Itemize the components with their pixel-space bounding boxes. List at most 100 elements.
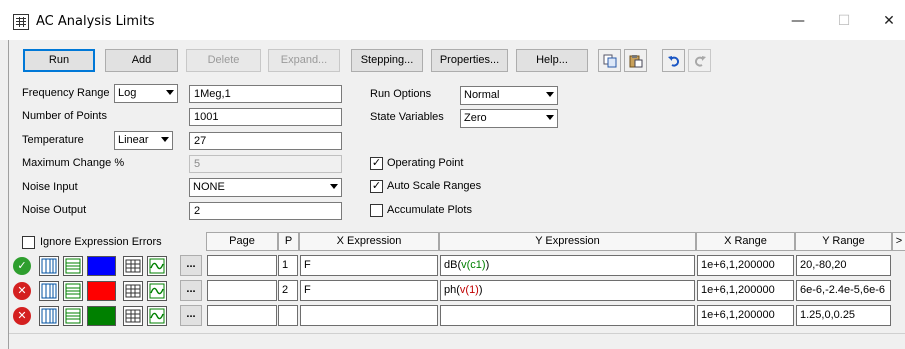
grid-table-icon[interactable] [123, 306, 143, 326]
noise-output-label: Noise Output [22, 204, 87, 216]
temperature-input[interactable]: 27 [189, 132, 342, 150]
operating-point-label: Operating Point [387, 157, 464, 169]
maximum-change-input[interactable]: 5 [189, 155, 342, 173]
chevron-down-icon [546, 92, 554, 97]
curve-color-swatch[interactable] [87, 281, 116, 301]
accumulate-plots-checkbox[interactable] [370, 204, 383, 217]
column-header-p[interactable]: P [278, 232, 299, 251]
ignore-errors-checkbox[interactable] [22, 236, 35, 249]
waveform-icon[interactable] [147, 306, 167, 326]
title-bar[interactable]: AC Analysis Limits — ☐ ✕ [0, 0, 905, 40]
row-options-button[interactable]: ... [180, 305, 202, 326]
frequency-range-label: Frequency Range [22, 87, 110, 99]
plot-columns-icon[interactable] [39, 256, 59, 276]
bottom-divider [9, 333, 905, 334]
y-variable: v(c1) [461, 259, 486, 271]
frequency-scale-select[interactable]: Log [114, 84, 178, 103]
y-range-cell[interactable]: 6e-6,-2.4e-5,6e-6 [796, 280, 891, 301]
waveform-icon[interactable] [147, 281, 167, 301]
page-cell[interactable] [207, 255, 277, 276]
state-variables-value: Zero [464, 112, 487, 124]
row-options-button[interactable]: ... [180, 280, 202, 301]
redo-icon[interactable] [688, 49, 711, 72]
x-expression-cell[interactable]: F [300, 255, 438, 276]
curve-color-swatch[interactable] [87, 256, 116, 276]
ignore-errors-label: Ignore Expression Errors [40, 236, 162, 248]
column-header-y-expression[interactable]: Y Expression [439, 232, 696, 251]
line-style-icon[interactable] [63, 281, 83, 301]
p-cell[interactable]: 2 [278, 280, 298, 301]
number-of-points-input[interactable]: 1001 [189, 108, 342, 126]
grid-table-icon[interactable] [123, 256, 143, 276]
page-cell[interactable] [207, 280, 277, 301]
run-options-select[interactable]: Normal [460, 86, 558, 105]
noise-input-value: NONE [193, 181, 225, 193]
help-button[interactable]: Help... [516, 49, 588, 72]
y-function: dB( [444, 259, 462, 271]
copy-icon[interactable] [598, 49, 621, 72]
row-options-button[interactable]: ... [180, 255, 202, 276]
run-button[interactable]: Run [23, 49, 95, 72]
add-button[interactable]: Add [105, 49, 178, 72]
column-header-more[interactable]: > [892, 232, 905, 251]
close-button[interactable]: ✕ [866, 8, 905, 36]
operating-point-checkbox[interactable]: ✓ [370, 157, 383, 170]
y-close: ) [478, 284, 483, 296]
delete-button[interactable]: Delete [186, 49, 261, 72]
y-expression-cell[interactable]: ph(v(1)) [440, 280, 695, 301]
y-variable: v(1) [459, 284, 479, 296]
maximum-change-label: Maximum Change % [22, 157, 125, 169]
grid-table-icon[interactable] [123, 281, 143, 301]
x-expression-cell[interactable]: F [300, 280, 438, 301]
line-style-icon[interactable] [63, 306, 83, 326]
stepping-button[interactable]: Stepping... [351, 49, 423, 72]
properties-button[interactable]: Properties... [431, 49, 508, 72]
frequency-range-input[interactable]: 1Meg,1 [189, 85, 342, 103]
auto-scale-ranges-label: Auto Scale Ranges [387, 180, 482, 192]
y-close: ) [485, 259, 490, 271]
temperature-mode-value: Linear [118, 134, 149, 146]
state-variables-select[interactable]: Zero [460, 109, 558, 128]
noise-input-label: Noise Input [22, 181, 78, 193]
disabled-status-icon[interactable]: ✕ [13, 282, 31, 300]
paste-icon[interactable] [624, 49, 647, 72]
chevron-down-icon [161, 137, 169, 142]
frequency-scale-value: Log [118, 87, 137, 99]
undo-icon[interactable] [662, 49, 685, 72]
y-expression-cell[interactable]: dB(v(c1)) [440, 255, 695, 276]
number-of-points-label: Number of Points [22, 110, 107, 122]
window-title: AC Analysis Limits [36, 14, 155, 29]
x-expression-cell[interactable] [300, 305, 438, 326]
column-header-x-range[interactable]: X Range [696, 232, 795, 251]
x-range-cell[interactable]: 1e+6,1,200000 [697, 255, 794, 276]
page-cell[interactable] [207, 305, 277, 326]
minimize-button[interactable]: — [775, 8, 821, 36]
plot-columns-icon[interactable] [39, 306, 59, 326]
curve-color-swatch[interactable] [87, 306, 116, 326]
noise-output-input[interactable]: 2 [189, 202, 342, 220]
disabled-status-icon[interactable]: ✕ [13, 307, 31, 325]
x-range-cell[interactable]: 1e+6,1,200000 [697, 280, 794, 301]
plot-columns-icon[interactable] [39, 281, 59, 301]
x-range-cell[interactable]: 1e+6,1,200000 [697, 305, 794, 326]
chevron-down-icon [546, 115, 554, 120]
column-header-page[interactable]: Page [206, 232, 278, 251]
p-cell[interactable] [278, 305, 298, 326]
waveform-icon[interactable] [147, 256, 167, 276]
app-grid-icon [13, 14, 29, 30]
p-cell[interactable]: 1 [278, 255, 298, 276]
noise-input-select[interactable]: NONE [189, 178, 342, 197]
run-options-value: Normal [464, 89, 500, 101]
y-expression-cell[interactable] [440, 305, 695, 326]
column-header-x-expression[interactable]: X Expression [299, 232, 439, 251]
column-header-y-range[interactable]: Y Range [795, 232, 892, 251]
maximize-button[interactable]: ☐ [821, 8, 867, 36]
y-function: ph( [444, 284, 460, 296]
temperature-mode-select[interactable]: Linear [114, 131, 173, 150]
expand-button[interactable]: Expand... [268, 49, 340, 72]
auto-scale-ranges-checkbox[interactable]: ✓ [370, 180, 383, 193]
line-style-icon[interactable] [63, 256, 83, 276]
y-range-cell[interactable]: 1.25,0,0.25 [796, 305, 891, 326]
y-range-cell[interactable]: 20,-80,20 [796, 255, 891, 276]
enabled-status-icon[interactable]: ✓ [13, 257, 31, 275]
